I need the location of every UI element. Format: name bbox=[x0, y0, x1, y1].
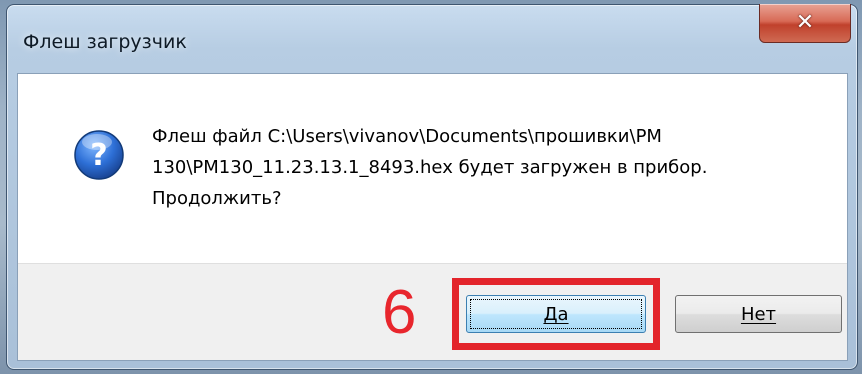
dialog-client-area: ? Флеш файл C:\Users\vivanov\Documents\п… bbox=[17, 73, 848, 361]
message-area: ? Флеш файл C:\Users\vivanov\Documents\п… bbox=[18, 74, 847, 266]
button-bar: 6 Да Нет bbox=[18, 263, 847, 360]
no-button[interactable]: Нет bbox=[675, 295, 842, 333]
window-title: Флеш загрузчик bbox=[23, 31, 187, 53]
message-text: Флеш файл C:\Users\vivanov\Documents\про… bbox=[152, 126, 708, 209]
svg-text:?: ? bbox=[90, 138, 107, 173]
title-bar[interactable]: Флеш загрузчик ✕ bbox=[7, 4, 857, 73]
no-button-label: Нет bbox=[740, 303, 777, 325]
question-icon: ? bbox=[74, 130, 124, 180]
yes-button[interactable]: Да bbox=[466, 295, 646, 333]
close-button[interactable]: ✕ bbox=[759, 4, 851, 43]
close-icon: ✕ bbox=[795, 10, 815, 35]
focus-ring bbox=[470, 299, 642, 329]
message-box-window: Флеш загрузчик ✕ ? Флеш файл C:\Users\vi… bbox=[6, 4, 858, 370]
step-number-annotation: 6 bbox=[382, 278, 417, 347]
